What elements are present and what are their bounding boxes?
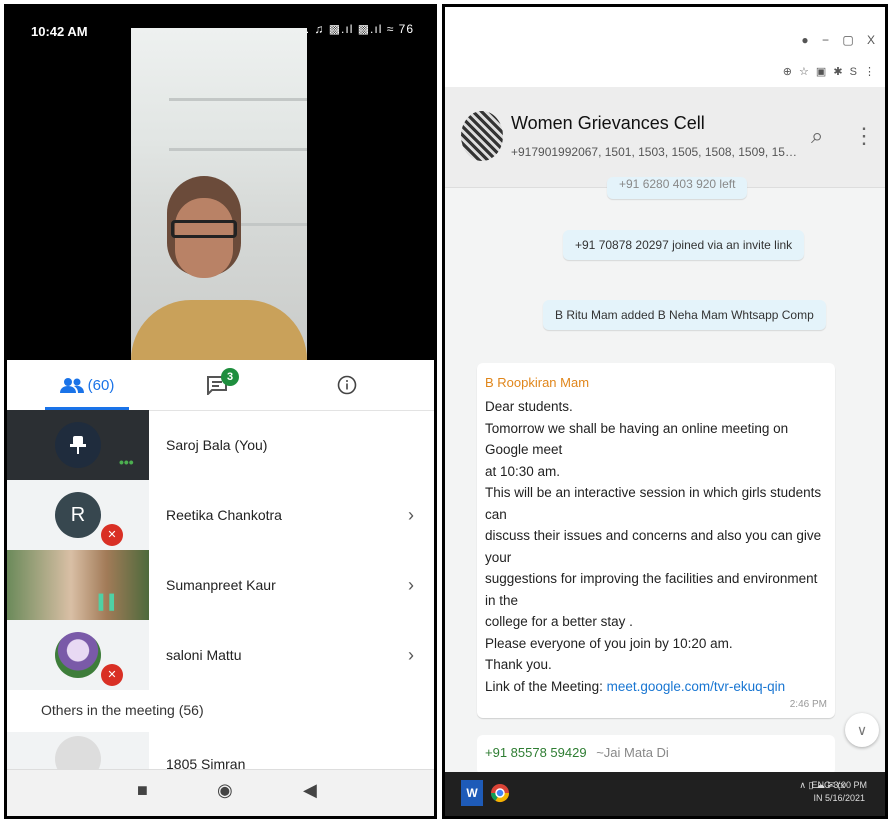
android-nav-bar: ■ ◉ ◀ — [7, 769, 434, 816]
participant-name: Saroj Bala (You) — [166, 437, 268, 453]
search-icon[interactable]: ⌕ — [811, 123, 823, 149]
mic-off-icon: ✕ — [101, 664, 123, 686]
participant-body — [131, 300, 307, 360]
pin-avatar — [55, 422, 101, 468]
message-line: at 10:30 am. — [485, 463, 561, 479]
menu-icon[interactable]: ⋮ — [853, 123, 875, 149]
participant-thumbnail: R ✕ — [7, 480, 149, 550]
shelf — [169, 148, 307, 151]
info-icon — [337, 375, 357, 395]
participant-name: Sumanpreet Kaur — [166, 577, 276, 593]
meeting-link[interactable]: meet.google.com/tvr-ekuq-qin — [607, 679, 786, 694]
word-icon[interactable]: W — [461, 780, 483, 806]
mic-off-icon: ✕ — [101, 524, 123, 546]
tab-bar: (60) 3 — [7, 360, 434, 411]
message-sender: B Roopkiran Mam — [485, 375, 590, 390]
participant-thumbnail — [7, 732, 149, 772]
participant-name: Reetika Chankotra — [166, 507, 282, 523]
more-options-icon[interactable]: ••• — [119, 454, 134, 470]
window-controls[interactable]: ● − ▢ X — [801, 33, 875, 47]
pin-icon — [70, 436, 86, 454]
message-time: 2:46 PM — [789, 699, 827, 710]
clock-date: 5/16/2021 — [824, 793, 865, 803]
next-message-name: ~Jai Mata Di — [596, 745, 669, 760]
shelf — [169, 98, 307, 101]
desktop-screen: ● − ▢ X ⊕ ☆ ▣ ✱ S ⋮ Women Grievances Cel… — [442, 4, 888, 819]
chrome-icon[interactable] — [489, 780, 511, 806]
chat-header[interactable]: Women Grievances Cell +917901992067, 150… — [445, 87, 885, 188]
message-line: college for a better stay . — [485, 614, 633, 629]
avatar — [55, 736, 101, 772]
participant-row[interactable]: ▍▍ Sumanpreet Kaur › — [7, 550, 434, 620]
participant-row[interactable]: ••• Saroj Bala (You) — [7, 410, 434, 480]
system-message: B Ritu Mam added B Neha Mam Whtsapp Comp — [543, 300, 826, 330]
taskbar-clock[interactable]: ENG 3:00 PM IN 5/16/2021 — [811, 779, 867, 805]
language-indicator: ENG — [811, 780, 831, 790]
phone-screen: 10:42 AM ... ♫ ▩.ıl ▩.ıl ≈ 76 (60) 3 •••… — [4, 4, 437, 819]
message-line: Thank you. — [485, 657, 552, 672]
tab-info[interactable] — [307, 360, 387, 410]
chevron-right-icon[interactable]: › — [408, 620, 414, 690]
system-message: +91 6280 403 920 left — [607, 177, 748, 199]
recents-icon[interactable]: ■ — [137, 780, 148, 801]
scroll-down-button[interactable]: ∨ — [845, 713, 879, 747]
group-avatar[interactable] — [461, 111, 503, 161]
participant-name: saloni Mattu — [166, 647, 242, 663]
message-link-line: Link of the Meeting: meet.google.com/tvr… — [485, 676, 827, 698]
participant-face — [175, 198, 233, 278]
status-icons: ... ♫ ▩.ıl ▩.ıl ≈ 76 — [297, 22, 414, 36]
audio-level-icon: ▍▍ — [99, 594, 121, 610]
message-line: Tomorrow we shall be having an online me… — [485, 420, 789, 458]
tab-people[interactable]: (60) — [37, 360, 137, 410]
participant-row[interactable]: R ✕ Reetika Chankotra › — [7, 480, 434, 550]
participant-thumbnail: ••• — [7, 410, 149, 480]
tab-chat[interactable]: 3 — [187, 360, 247, 410]
back-icon[interactable]: ◀ — [303, 780, 317, 801]
participant-row[interactable]: ✕ saloni Mattu › — [7, 620, 434, 690]
message-bubble[interactable]: B Roopkiran Mam Dear students. Tomorrow … — [477, 363, 835, 718]
participant-video-thumbnail: ▍▍ — [7, 550, 149, 620]
avatar: R — [55, 492, 101, 538]
group-members: +917901992067, 1501, 1503, 1505, 1508, 1… — [511, 145, 801, 159]
chevron-right-icon[interactable]: › — [408, 480, 414, 550]
extension-icons[interactable]: ⊕ ☆ ▣ ✱ S ⋮ — [783, 65, 875, 78]
chevron-right-icon[interactable]: › — [408, 550, 414, 620]
windows-taskbar: W ∧ ▯ ☁ ✉ (x ENG 3:00 PM IN 5/16/2021 — [445, 772, 885, 816]
home-icon[interactable]: ◉ — [217, 780, 233, 801]
message-line: discuss their issues and concerns and al… — [485, 528, 822, 565]
message-line: suggestions for improving the facilities… — [485, 571, 818, 608]
video-feed[interactable] — [131, 28, 307, 360]
message-line: Dear students. — [485, 399, 573, 414]
system-message: +91 70878 20297 joined via an invite lin… — [563, 230, 805, 260]
status-time: 10:42 AM — [31, 24, 88, 39]
participant-row[interactable]: 1805 Simran — [7, 732, 434, 772]
message-line: This will be an interactive session in w… — [485, 485, 822, 522]
chat-badge: 3 — [221, 368, 239, 386]
link-prefix: Link of the Meeting: — [485, 678, 607, 694]
next-message-sender: +91 85578 59429 — [485, 745, 587, 760]
browser-titlebar: ● − ▢ X ⊕ ☆ ▣ ✱ S ⋮ — [445, 7, 885, 87]
region-indicator: IN — [813, 793, 823, 803]
people-count: (60) — [87, 376, 115, 394]
clock-time: 3:00 PM — [833, 780, 867, 790]
next-message-bubble[interactable]: +91 85578 59429 ~Jai Mata Di — [477, 735, 835, 775]
people-icon — [59, 378, 84, 393]
profile-photo-avatar — [55, 632, 101, 678]
participant-thumbnail: ✕ — [7, 620, 149, 690]
message-line: Please everyone of you join by 10:20 am. — [485, 635, 733, 651]
group-title: Women Grievances Cell — [511, 113, 705, 133]
participants-panel: (60) 3 ••• Saroj Bala (You) R ✕ Reetika … — [7, 360, 434, 816]
glasses — [171, 220, 237, 238]
others-section-label: Others in the meeting (56) — [41, 702, 204, 718]
